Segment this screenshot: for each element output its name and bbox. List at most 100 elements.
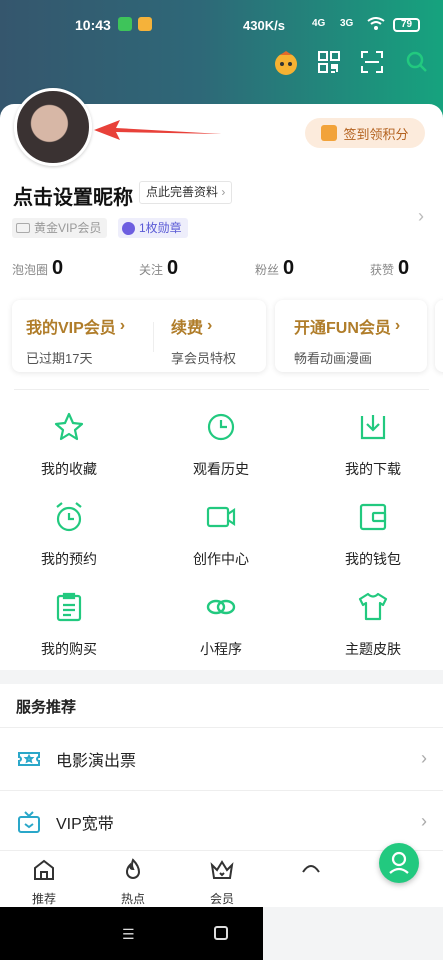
floating-action-button[interactable]	[379, 843, 419, 883]
services-section: 服务推荐 电影演出票 › VIP宽带 ›	[0, 684, 443, 850]
complete-profile-link[interactable]: 点此完善资料 ›	[139, 181, 233, 204]
service-label: 电影演出票	[56, 752, 137, 770]
stat-value: 0	[52, 257, 64, 279]
grid-item-theme-skin[interactable]: 主题皮肤	[318, 590, 428, 659]
grid-item-reservations[interactable]: 我的预约	[14, 500, 124, 569]
broadband-icon	[18, 810, 40, 833]
chevron-right-icon: ›	[221, 185, 226, 199]
grid-label: 我的购买	[41, 641, 97, 657]
grid-item-creator-center[interactable]: 创作中心	[166, 500, 276, 569]
nickname[interactable]: 点击设置昵称	[13, 181, 133, 210]
system-navigation-bar: ☰	[0, 907, 263, 960]
grid-item-purchases[interactable]: 我的购买	[14, 590, 124, 659]
menu-icon[interactable]: ☰	[122, 926, 135, 943]
nav-recommend[interactable]: 推荐	[9, 857, 79, 907]
weibo-notification-icon	[138, 17, 152, 31]
scan-icon[interactable]	[360, 50, 386, 76]
status-time: 10:43	[75, 17, 111, 33]
nav-label: 推荐	[31, 892, 56, 906]
vip-card-divider	[153, 322, 154, 352]
stat-value: 0	[167, 257, 179, 279]
chevron-right-icon: ›	[421, 748, 427, 768]
nav-hidden-tab[interactable]	[276, 857, 346, 888]
grid-label: 我的预约	[41, 551, 97, 567]
clock-icon	[207, 413, 235, 441]
service-label: VIP宽带	[56, 815, 114, 833]
vip-level-label: 黄金VIP会员	[34, 221, 102, 235]
stat-value: 0	[283, 257, 295, 279]
stat-likes[interactable]: 获赞 0	[370, 257, 409, 280]
medal-icon	[122, 221, 135, 235]
grid-label: 小程序	[200, 641, 242, 657]
chevron-right-icon[interactable]: ›	[418, 206, 424, 227]
service-row-tickets[interactable]: 电影演出票 ›	[0, 727, 443, 789]
partial-tab-icon	[302, 865, 320, 873]
chevron-right-icon: ›	[394, 317, 401, 334]
renew-item[interactable]: 续费 › 享会员特权	[171, 314, 236, 367]
fun-title: 开通FUN会员	[294, 320, 391, 337]
divider	[14, 389, 429, 390]
vip-membership-card: 我的VIP会员 › 已过期17天 续费 › 享会员特权	[12, 300, 266, 372]
mascot-avatar-icon[interactable]	[273, 50, 299, 76]
grid-item-downloads[interactable]: 我的下载	[318, 410, 428, 479]
stat-following[interactable]: 关注 0	[139, 257, 178, 280]
stat-value: 0	[398, 257, 410, 279]
grid-item-favorites[interactable]: 我的收藏	[14, 410, 124, 479]
renew-title: 续费	[171, 320, 204, 337]
stat-label: 获赞	[370, 263, 395, 277]
flame-icon	[125, 858, 141, 879]
stat-label: 泡泡圈	[12, 263, 49, 277]
download-icon	[360, 415, 386, 440]
nav-membership[interactable]: 会员	[187, 857, 257, 907]
fun-item: 开通FUN会员 › 畅看动画漫画	[294, 314, 400, 367]
grid-label: 我的下载	[345, 461, 401, 477]
grid-item-mini-programs[interactable]: 小程序	[166, 590, 276, 659]
network-speed: 430K/s	[243, 18, 285, 33]
receipt-icon	[56, 592, 82, 622]
complete-profile-label: 点此完善资料	[146, 185, 219, 199]
checkin-button[interactable]: 签到领积分	[305, 118, 425, 148]
home-icon	[34, 859, 54, 880]
signal-4g: 4G	[312, 18, 326, 29]
services-title: 服务推荐	[16, 699, 77, 716]
wechat-notification-icon	[118, 17, 132, 31]
grid-label: 观看历史	[193, 461, 249, 477]
service-row-broadband[interactable]: VIP宽带 ›	[0, 790, 443, 852]
wifi-icon	[367, 17, 385, 30]
search-icon[interactable]	[405, 50, 431, 76]
medal-badge[interactable]: 1枚勋章	[118, 218, 188, 238]
grid-label: 我的收藏	[41, 461, 97, 477]
chevron-right-icon: ›	[421, 811, 427, 831]
vip-level-badge[interactable]: 黄金VIP会员	[12, 218, 108, 238]
alarm-icon	[56, 502, 82, 532]
stat-followers[interactable]: 粉丝 0	[255, 257, 294, 280]
wallet-icon	[359, 503, 387, 531]
stat-label: 粉丝	[255, 263, 280, 277]
ticket-icon	[18, 751, 40, 766]
star-icon	[54, 412, 84, 441]
checkin-icon	[321, 125, 338, 141]
my-vip-item[interactable]: 我的VIP会员 › 已过期17天	[26, 314, 125, 367]
tshirt-icon	[358, 592, 388, 621]
fun-membership-card[interactable]: 开通FUN会员 › 畅看动画漫画	[275, 300, 427, 372]
red-arrow-annotation	[94, 120, 222, 140]
next-card-peek[interactable]	[435, 300, 443, 372]
avatar[interactable]	[14, 88, 92, 166]
stat-bubble-circle[interactable]: 泡泡圈 0	[12, 257, 63, 280]
my-vip-subtitle: 已过期17天	[26, 351, 93, 366]
battery-indicator: 79	[393, 18, 420, 32]
grid-item-wallet[interactable]: 我的钱包	[318, 500, 428, 569]
status-bar: 10:43 430K/s 4G 3G 79	[0, 0, 443, 50]
grid-item-history[interactable]: 观看历史	[166, 410, 276, 479]
link-icon	[206, 599, 236, 615]
recent-apps-icon[interactable]	[214, 926, 228, 940]
chevron-right-icon: ›	[207, 317, 213, 334]
signal-3g: 3G	[340, 18, 354, 29]
nav-label: 热点	[120, 892, 145, 906]
checkin-label: 签到领积分	[343, 126, 409, 142]
video-camera-icon	[206, 506, 236, 528]
grid-label: 我的钱包	[345, 551, 401, 567]
nav-hot[interactable]: 热点	[98, 857, 168, 907]
qr-code-icon[interactable]	[317, 50, 343, 76]
grid-label: 创作中心	[193, 551, 249, 567]
